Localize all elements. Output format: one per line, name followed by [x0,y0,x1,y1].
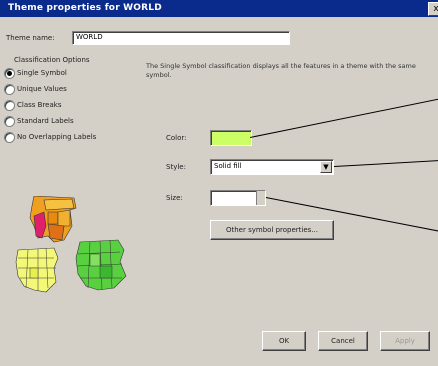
radio-label-no-overlapping-labels: No Overlapping Labels [17,133,97,141]
theme-name-value: WORLD [76,33,103,41]
radio-label-unique-values: Unique Values [17,85,67,93]
theme-name-input[interactable]: WORLD [72,31,290,45]
callout-line-color [250,97,438,138]
radio-label-standard-labels: Standard Labels [17,117,74,125]
style-label: Style: [166,163,186,171]
map-preview-icon [15,196,127,293]
close-icon[interactable]: x [428,2,438,16]
size-input[interactable] [210,190,266,206]
apply-button[interactable]: Apply [380,331,430,351]
radio-no-overlapping-labels[interactable] [4,132,15,143]
radio-selected-dot [7,71,12,76]
radio-unique-values[interactable] [4,84,15,95]
preview-map-class-breaks [29,196,77,243]
preview-map-unique-values [75,239,127,291]
color-label: Color: [166,134,187,142]
other-symbol-properties-button[interactable]: Other symbol properties... [210,220,334,240]
style-value: Solid fill [214,162,242,170]
ok-button[interactable]: OK [262,331,306,351]
size-spinner[interactable] [256,191,265,205]
classification-description: The Single Symbol classification display… [146,62,416,79]
color-swatch[interactable] [210,130,252,146]
classification-heading: Classification Options [14,56,90,64]
theme-properties-dialog: Theme properties for WORLD x Theme name:… [0,0,438,366]
radio-single-symbol[interactable] [4,68,15,79]
callout-line-style [334,160,438,167]
window-title: Theme properties for WORLD [8,3,162,13]
chevron-down-icon[interactable]: ▼ [320,161,332,173]
radio-class-breaks[interactable] [4,100,15,111]
preview-map-single-symbol [15,247,59,293]
style-dropdown[interactable]: Solid fill ▼ [210,159,334,175]
radio-label-class-breaks: Class Breaks [17,101,62,109]
title-bar: Theme properties for WORLD x [0,0,438,17]
radio-standard-labels[interactable] [4,116,15,127]
cancel-button[interactable]: Cancel [318,331,368,351]
size-label: Size: [166,194,183,202]
radio-label-single-symbol: Single Symbol [17,69,67,77]
theme-name-label: Theme name: [6,34,55,42]
